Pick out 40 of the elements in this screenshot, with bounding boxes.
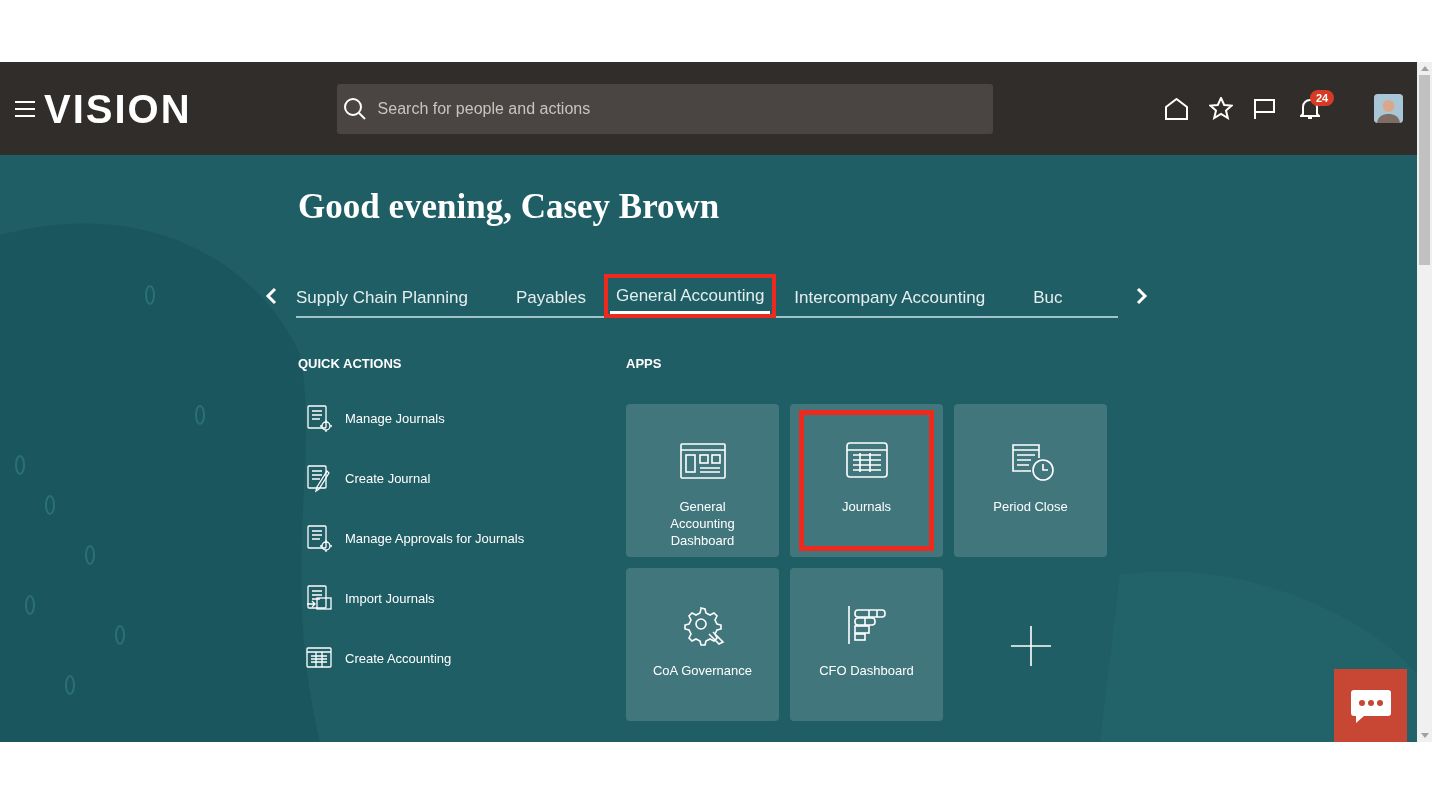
menu-icon[interactable] [15,100,35,117]
document-import-icon [305,585,333,613]
chevron-left-icon[interactable] [265,287,277,305]
app-label: Journals [840,497,893,515]
section-title: APPS [626,355,663,373]
search-icon [342,96,367,121]
document-gear-icon [305,405,333,433]
app-label: Period Close [992,497,1069,515]
notification-count: 24 [1310,89,1335,106]
section-title: QUICK ACTIONS [298,355,403,373]
scrollbar[interactable] [1417,62,1432,742]
search-field[interactable]: Search for people and actions [336,83,993,134]
document-gear-icon [305,525,333,553]
tab[interactable]: General Accounting [609,280,771,314]
avatar-icon[interactable] [1374,94,1403,123]
tab[interactable]: Buc [1009,282,1063,316]
app-tile[interactable]: CFO Dashboard [790,567,943,721]
app-label: CFO Dashboard [818,661,915,679]
quick-action-link[interactable]: Import Journals [345,589,435,609]
tab[interactable]: Intercompany Accounting [770,282,1010,316]
chevron-right-icon[interactable] [1136,287,1148,305]
home-icon[interactable] [1165,97,1188,120]
star-icon[interactable] [1209,97,1233,120]
flag-icon[interactable] [1254,98,1275,119]
quick-action-link[interactable]: Manage Journals [345,409,445,429]
logo: VISION [44,88,192,129]
chat-button[interactable] [1334,669,1407,742]
app-tile[interactable]: Journals [790,403,943,557]
app-label: General Accounting Dashboard [669,497,736,549]
app-tile[interactable]: General Accounting Dashboard [626,403,779,557]
tab[interactable]: Payables [492,282,610,316]
quick-action-link[interactable]: Create Journal [345,469,431,489]
app-tile[interactable]: CoA Governance [626,567,779,721]
quick-action-link[interactable]: Manage Approvals for Journals [345,529,525,549]
quick-action-link[interactable]: Create Accounting [345,649,452,669]
chat-icon [1349,687,1392,724]
app-label: CoA Governance [652,661,753,679]
tab[interactable]: Supply Chain Planning [296,282,492,316]
greeting: Good evening, Casey Brown [298,186,721,228]
app-tile[interactable]: Period Close [954,403,1107,557]
